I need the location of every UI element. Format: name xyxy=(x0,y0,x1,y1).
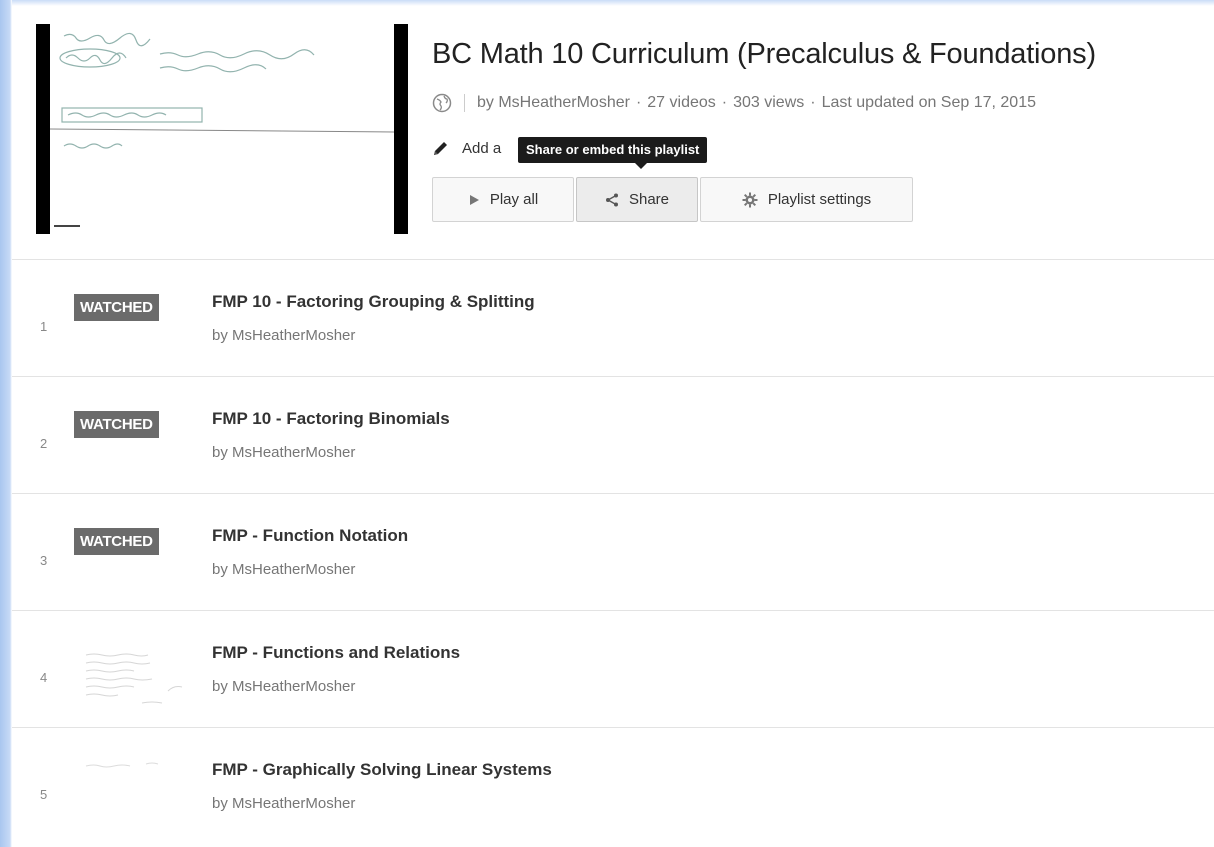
playlist-thumbnail[interactable] xyxy=(36,24,408,234)
video-title[interactable]: FMP 10 - Factoring Grouping & Splitting xyxy=(212,292,535,312)
add-description-label: Add a xyxy=(462,139,502,157)
video-row[interactable]: 5 FMP - Graphically Solving Linear Syste… xyxy=(12,727,1214,847)
video-count: 27 videos xyxy=(647,94,716,111)
channel-link[interactable]: by MsHeatherMosher xyxy=(477,94,630,112)
playlist-video-list: 1 WATCHED FMP 10 - Factoring Grouping & … xyxy=(12,259,1214,847)
meta-dot: · xyxy=(635,94,642,111)
video-index: 5 xyxy=(40,787,48,802)
watched-badge: WATCHED xyxy=(74,294,159,321)
thumbnail-sketch xyxy=(85,653,183,704)
last-updated: Last updated on Sep 17, 2015 xyxy=(821,94,1036,111)
add-description[interactable]: Add a xyxy=(432,137,501,159)
playlist-page: BC Math 10 Curriculum (Precalculus & Fou… xyxy=(12,0,1214,842)
share-label: Share xyxy=(628,191,670,208)
watched-badge: WATCHED xyxy=(74,528,159,555)
play-all-button[interactable]: Play all xyxy=(432,177,574,222)
video-author[interactable]: by MsHeatherMosher xyxy=(212,795,355,812)
video-index: 4 xyxy=(40,670,48,685)
video-index: 2 xyxy=(40,436,48,451)
video-title[interactable]: FMP 10 - Factoring Binomials xyxy=(212,409,450,429)
meta-divider xyxy=(464,94,465,112)
meta-dot: · xyxy=(721,94,728,111)
video-thumbnail[interactable]: WATCHED xyxy=(72,411,192,475)
video-thumbnail[interactable] xyxy=(72,762,192,826)
thumbnail-sketch xyxy=(85,762,159,768)
view-count: 303 views xyxy=(733,94,805,111)
video-row[interactable]: 4 FMP - Functions and Relations by MsHea… xyxy=(12,610,1214,727)
video-index: 3 xyxy=(40,553,48,568)
play-all-label: Play all xyxy=(489,191,539,208)
video-title[interactable]: FMP - Function Notation xyxy=(212,526,408,546)
playlist-title: BC Math 10 Curriculum (Precalculus & Fou… xyxy=(432,38,1096,70)
video-row[interactable]: 3 WATCHED FMP - Function Notation by MsH… xyxy=(12,493,1214,610)
video-author[interactable]: by MsHeatherMosher xyxy=(212,327,355,344)
video-author[interactable]: by MsHeatherMosher xyxy=(212,678,355,695)
video-thumbnail[interactable] xyxy=(72,645,192,709)
video-author[interactable]: by MsHeatherMosher xyxy=(212,444,355,461)
share-button[interactable]: Share xyxy=(576,177,698,222)
whiteboard-sketch xyxy=(50,32,394,227)
playlist-settings-button[interactable]: Playlist settings xyxy=(700,177,913,222)
share-icon xyxy=(605,193,618,206)
share-tooltip: Share or embed this playlist xyxy=(518,137,708,169)
play-icon xyxy=(469,194,479,205)
video-index: 1 xyxy=(40,319,48,334)
video-row[interactable]: 1 WATCHED FMP 10 - Factoring Grouping & … xyxy=(12,259,1214,376)
watched-badge: WATCHED xyxy=(74,411,159,438)
playlist-meta: by MsHeatherMosher · 27 videos · 303 vie… xyxy=(432,91,1036,115)
pencil-icon xyxy=(434,142,447,155)
video-thumbnail[interactable]: WATCHED xyxy=(72,528,192,592)
video-title[interactable]: FMP - Functions and Relations xyxy=(212,643,460,663)
gear-icon xyxy=(742,192,758,207)
globe-icon xyxy=(432,93,452,113)
video-row[interactable]: 2 WATCHED FMP 10 - Factoring Binomials b… xyxy=(12,376,1214,493)
video-thumbnail[interactable]: WATCHED xyxy=(72,294,192,358)
playlist-settings-label: Playlist settings xyxy=(767,191,872,208)
playlist-header: BC Math 10 Curriculum (Precalculus & Fou… xyxy=(12,0,1214,260)
video-author[interactable]: by MsHeatherMosher xyxy=(212,561,355,578)
video-title[interactable]: FMP - Graphically Solving Linear Systems xyxy=(212,760,552,780)
meta-dot: · xyxy=(810,94,816,111)
